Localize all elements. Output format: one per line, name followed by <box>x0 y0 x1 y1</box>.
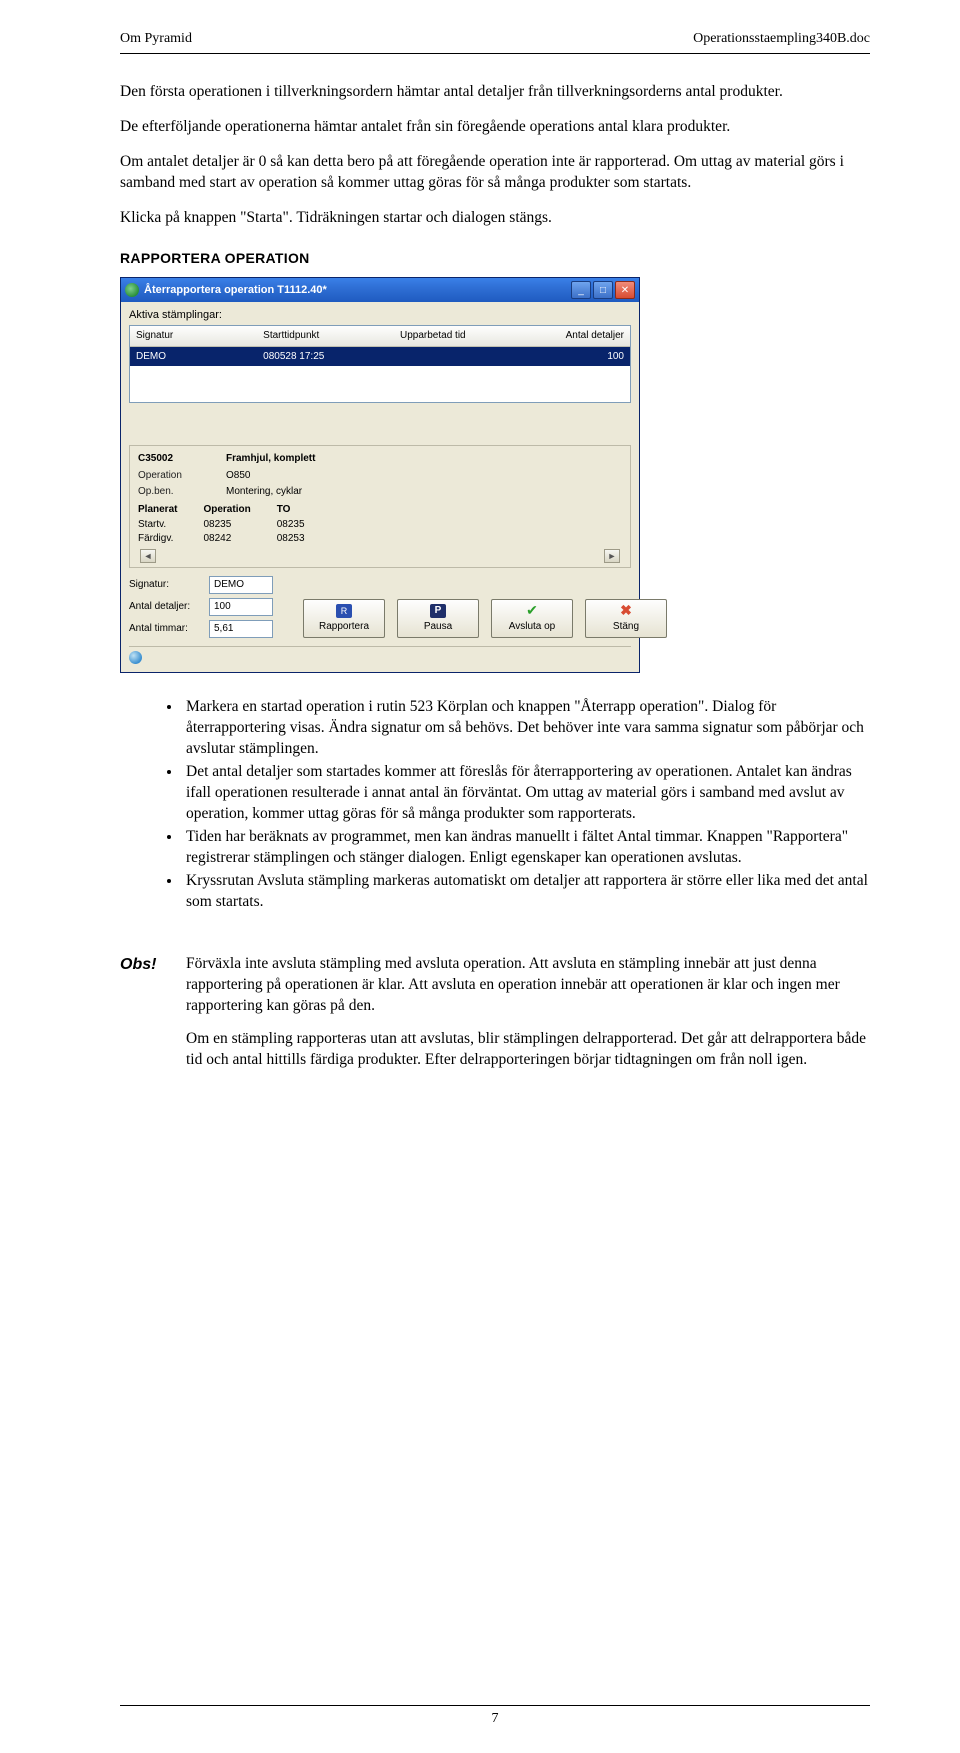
stamplingar-grid[interactable]: Signatur Starttidpunkt Upparbetad tid An… <box>129 325 631 403</box>
col-starttid: Starttidpunkt <box>263 329 360 343</box>
artname: Framhjul, komplett <box>226 452 315 466</box>
para-3: Om antalet detaljer är 0 så kan detta be… <box>120 152 870 194</box>
plan-head-operation: Operation <box>203 503 250 517</box>
signatur-label: Signatur: <box>129 578 201 592</box>
artno: C35002 <box>138 452 198 466</box>
avsluta-button[interactable]: ✔ Avsluta op <box>491 599 573 639</box>
pause-icon: P <box>430 604 446 618</box>
grid-row-selected[interactable]: DEMO 080528 17:25 100 <box>130 347 630 367</box>
header-left: Om Pyramid <box>120 30 192 49</box>
antal-timmar-label: Antal timmar: <box>129 622 201 636</box>
scroll-left-icon[interactable]: ◄ <box>140 549 156 563</box>
stang-button[interactable]: ✖ Stäng <box>585 599 667 639</box>
obs-para-1: Förväxla inte avsluta stämpling med avsl… <box>186 954 870 1017</box>
grid-header: Signatur Starttidpunkt Upparbetad tid An… <box>130 326 630 347</box>
page-number: 7 <box>492 1711 499 1726</box>
button-row: R Rapportera P Pausa ✔ Avsluta op ✖ Stän… <box>303 599 667 639</box>
globe-icon <box>129 651 142 664</box>
minimize-button[interactable]: _ <box>571 281 591 299</box>
pausa-button[interactable]: P Pausa <box>397 599 479 639</box>
obs-body: Förväxla inte avsluta stämpling med avsl… <box>186 954 870 1083</box>
window-title: Återrapportera operation T1112.40* <box>144 283 569 298</box>
rapportera-button[interactable]: R Rapportera <box>303 599 385 639</box>
operation-label: Operation <box>138 469 198 483</box>
bottom-row: Signatur: DEMO Antal detaljer: 100 Antal… <box>129 576 631 638</box>
list-item: Tiden har beräknats av programmet, men k… <box>182 827 870 869</box>
startv-op: 08235 <box>203 518 250 532</box>
cell-upparbetad <box>400 350 507 364</box>
page-header: Om Pyramid Operationsstaempling340B.doc <box>120 30 870 54</box>
operation-value: O850 <box>226 469 250 483</box>
cell-starttid: 080528 17:25 <box>263 350 360 364</box>
detail-panel: C35002 Framhjul, komplett Operation O850… <box>129 445 631 568</box>
fardigv-label: Färdigv. <box>138 532 177 546</box>
pausa-label: Pausa <box>424 621 452 632</box>
antal-detaljer-input[interactable]: 100 <box>209 598 273 616</box>
window-body: Aktiva stämplingar: Signatur Starttidpun… <box>121 302 639 672</box>
para-1: Den första operationen i tillverkningsor… <box>120 82 870 103</box>
obs-label: Obs! <box>120 954 164 1083</box>
stang-label: Stäng <box>613 621 639 632</box>
scroll-right-icon[interactable]: ► <box>604 549 620 563</box>
section-title: RAPPORTERA OPERATION <box>120 249 870 268</box>
list-item: Det antal detaljer som startades kommer … <box>182 762 870 825</box>
report-icon: R <box>336 604 352 618</box>
dialog-aterrapportera: Återrapportera operation T1112.40* _ □ ✕… <box>120 277 640 673</box>
input-fields: Signatur: DEMO Antal detaljer: 100 Antal… <box>129 576 273 638</box>
startv-label: Startv. <box>138 518 177 532</box>
statusbar <box>129 646 631 664</box>
col-signatur: Signatur <box>136 329 223 343</box>
cell-antal: 100 <box>547 350 624 364</box>
col-antal: Antal detaljer <box>547 329 624 343</box>
para-2: De efterföljande operationerna hämtar an… <box>120 117 870 138</box>
fardigv-op: 08242 <box>203 532 250 546</box>
obs-para-2: Om en stämpling rapporteras utan att avs… <box>186 1029 870 1071</box>
close-button[interactable]: ✕ <box>615 281 635 299</box>
plan-table: Planerat Startv. Färdigv. Operation 0823… <box>138 503 622 546</box>
col-upparbetad: Upparbetad tid <box>400 329 507 343</box>
aktiva-label: Aktiva stämplingar: <box>129 308 631 323</box>
obs-block: Obs! Förväxla inte avsluta stämpling med… <box>120 954 870 1083</box>
fardigv-to: 08253 <box>277 532 305 546</box>
signatur-input[interactable]: DEMO <box>209 576 273 594</box>
bullet-list: Markera en startad operation i rutin 523… <box>182 697 870 912</box>
maximize-button[interactable]: □ <box>593 281 613 299</box>
antal-timmar-input[interactable]: 5,61 <box>209 620 273 638</box>
close-icon: ✖ <box>618 604 634 618</box>
page-footer: 7 <box>120 1705 870 1729</box>
list-item: Markera en startad operation i rutin 523… <box>182 697 870 760</box>
startv-to: 08235 <box>277 518 305 532</box>
plan-head-to: TO <box>277 503 305 517</box>
header-right: Operationsstaempling340B.doc <box>693 30 870 49</box>
rapportera-label: Rapportera <box>319 621 369 632</box>
opben-label: Op.ben. <box>138 485 198 499</box>
cell-signatur: DEMO <box>136 350 223 364</box>
opben-value: Montering, cyklar <box>226 485 302 499</box>
titlebar[interactable]: Återrapportera operation T1112.40* _ □ ✕ <box>121 278 639 302</box>
avsluta-label: Avsluta op <box>509 621 556 632</box>
check-icon: ✔ <box>524 604 540 618</box>
para-4: Klicka på knappen "Starta". Tidräkningen… <box>120 208 870 229</box>
list-item: Kryssrutan Avsluta stämpling markeras au… <box>182 871 870 913</box>
plan-head-planerat: Planerat <box>138 503 177 517</box>
grid-empty-area <box>130 366 630 402</box>
panel-scroll: ◄ ► <box>138 549 622 563</box>
app-icon <box>125 283 139 297</box>
antal-detaljer-label: Antal detaljer: <box>129 600 201 614</box>
